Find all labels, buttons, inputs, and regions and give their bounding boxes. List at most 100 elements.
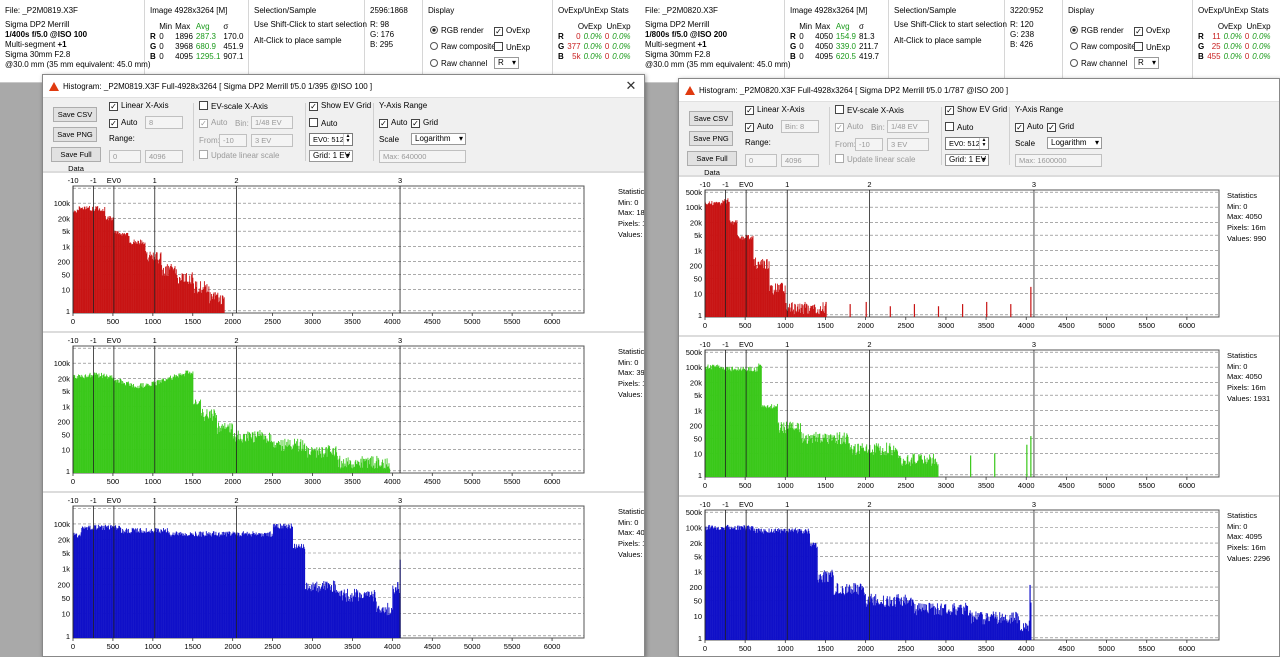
ev-scale-checkbox[interactable]: EV-scale X-Axis — [835, 105, 904, 116]
linear-auto-checkbox[interactable]: ✓ Auto — [745, 122, 773, 132]
range-from-input[interactable]: 0 — [109, 150, 141, 163]
y-tick-label: 200 — [57, 257, 70, 266]
ev0-input[interactable]: EV0: 512 ▲ ▼ — [945, 137, 989, 150]
raw-composite-radio[interactable]: Raw composite — [430, 42, 496, 52]
x-tick-label: 5500 — [504, 317, 521, 326]
ev-scale-checkbox[interactable]: EV-scale X-Axis — [199, 101, 268, 112]
range-to-input[interactable]: 4096 — [781, 154, 819, 167]
green-histogram-panel: 100k 20k 5k 1k 200 50 10 1 0 500 1000 1500 2000 2500 3… — [43, 331, 644, 493]
grid-select[interactable]: Grid: 1 EV — [945, 154, 989, 166]
ev-bin-select[interactable]: 1/48 EV — [887, 120, 929, 133]
blue-stats: Statistics Min: 0 Max: 4095 Pixels: 16m … — [1227, 511, 1270, 565]
ev-to-input[interactable]: 3 EV — [251, 134, 293, 147]
blue-histogram-panel: 500k 100k 20k 5k 1k 200 50 10 1 0 500 1000 1500 2000 2… — [679, 495, 1279, 656]
save-full-data-button[interactable]: Save Full Data — [687, 151, 737, 177]
channel-select[interactable]: R — [1134, 57, 1159, 69]
histogram-bar — [389, 468, 391, 473]
save-png-button[interactable]: Save PNG — [689, 131, 733, 146]
update-linear-checkbox[interactable]: Update linear scale — [835, 154, 915, 165]
y-grid-checkbox[interactable]: ✓ Grid — [411, 118, 438, 128]
check-icon: ✓ — [745, 123, 754, 132]
auto-label: Auto — [847, 122, 864, 131]
stats-min: Min: 0 — [1227, 361, 1248, 371]
linear-x-axis-checkbox[interactable]: ✓ Linear X-Axis — [109, 101, 169, 111]
y-tick-label: 500k — [686, 348, 703, 357]
grid-select[interactable]: Grid: 1 EV — [309, 150, 353, 162]
ev0-input[interactable]: EV0: 512 ▲ ▼ — [309, 133, 353, 146]
rgb-render-radio[interactable]: RGB render — [430, 26, 484, 36]
x-tick-label: 4000 — [384, 642, 401, 651]
x-tick-label: 3500 — [978, 644, 995, 653]
table-cell: 0.0% — [1223, 32, 1242, 41]
histogram-panels: 100k 20k 5k 1k 200 50 10 1 0 500 1000 1500 2000 2500 3… — [43, 171, 644, 656]
check-icon: ✓ — [835, 123, 844, 132]
spin-arrows-icon[interactable]: ▲ ▼ — [979, 138, 988, 149]
x-tick-label: 4000 — [384, 477, 401, 486]
y-max-input[interactable]: Max: 640000 — [379, 150, 466, 163]
bin-input[interactable]: 8 — [145, 116, 183, 129]
display-title: Display — [1068, 6, 1095, 15]
ev-from-input[interactable]: -10 — [219, 134, 247, 147]
blue-stats: Statistics Min: 0 Max: 4095 Pixels: 16m … — [618, 507, 644, 561]
linear-auto-checkbox[interactable]: ✓ Auto — [109, 118, 137, 128]
scale-select[interactable]: Logarithm — [411, 133, 466, 145]
save-full-data-button[interactable]: Save Full Data — [51, 147, 101, 173]
exposure-stats-title: OvExp/UnExp Stats — [1198, 6, 1269, 15]
rgb-render-radio[interactable]: RGB render — [1070, 26, 1124, 36]
ev-to-input[interactable]: 3 EV — [887, 138, 929, 151]
unexp-checkbox[interactable]: UnExp — [1134, 42, 1170, 53]
x-tick-label: 4000 — [384, 317, 401, 326]
linear-x-axis-checkbox[interactable]: ✓ Linear X-Axis — [745, 105, 805, 115]
close-icon[interactable]: ✕ — [624, 78, 638, 94]
segment-info: Multi-segment +1 — [5, 40, 140, 50]
range-to-input[interactable]: 4096 — [145, 150, 183, 163]
ovexp-checkbox[interactable]: ✓ OvExp — [494, 26, 530, 36]
save-csv-button[interactable]: Save CSV — [53, 107, 97, 122]
ev-from-input[interactable]: -10 — [855, 138, 883, 151]
ev-grid-auto-checkbox[interactable]: Auto — [945, 122, 973, 133]
histogram-window-left: Histogram: _P2M0819.X3F Full-4928x3264 [… — [42, 74, 645, 657]
window-title: Histogram: _P2M0819.X3F Full-4928x3264 [… — [63, 81, 373, 91]
y-auto-checkbox[interactable]: ✓ Auto — [1015, 122, 1043, 132]
y-max-input[interactable]: Max: 1600000 — [1015, 154, 1102, 167]
x-tick-label: 0 — [71, 477, 75, 486]
ev-auto-checkbox[interactable]: ✓ Auto — [199, 118, 227, 128]
check-icon: ✓ — [309, 102, 318, 111]
save-png-button[interactable]: Save PNG — [53, 127, 97, 142]
show-ev-grid-checkbox[interactable]: ✓ Show EV Grid — [309, 101, 371, 111]
ev0-value: 512 — [967, 139, 980, 148]
update-linear-checkbox[interactable]: Update linear scale — [199, 150, 279, 161]
spin-arrows-icon[interactable]: ▲ ▼ — [343, 134, 352, 145]
check-icon: ✓ — [945, 106, 954, 115]
raw-channel-radio[interactable]: Raw channel — [1070, 59, 1127, 69]
y-grid-checkbox[interactable]: ✓ Grid — [1047, 122, 1074, 132]
table-header-row: Min Max Avg σ — [150, 22, 246, 32]
x-tick-label: 500 — [107, 642, 120, 651]
channel-select[interactable]: R — [494, 57, 519, 69]
x-tick-label: 5500 — [1138, 481, 1155, 490]
ev-tick-label: 1 — [785, 500, 789, 509]
x-tick-label: 500 — [107, 317, 120, 326]
unexp-checkbox[interactable]: UnExp — [494, 42, 530, 53]
show-ev-grid-checkbox[interactable]: ✓ Show EV Grid — [945, 105, 1007, 115]
y-tick-label: 1k — [62, 565, 70, 574]
y-tick-label: 10 — [694, 289, 702, 298]
ev-grid-auto-checkbox[interactable]: Auto — [309, 118, 337, 129]
save-csv-button[interactable]: Save CSV — [689, 111, 733, 126]
bin-input[interactable]: Bin: 8 — [781, 120, 819, 133]
y-tick-label: 10 — [62, 609, 70, 618]
ev-tick-label: 2 — [234, 176, 238, 185]
ovexp-checkbox[interactable]: ✓ OvExp — [1134, 26, 1170, 36]
x-tick-label: 5500 — [1138, 321, 1155, 330]
raw-composite-label: Raw composite — [1081, 42, 1136, 51]
y-tick-label: 5k — [62, 227, 70, 236]
range-from-input[interactable]: 0 — [745, 154, 777, 167]
ev-bin-select[interactable]: 1/48 EV — [251, 116, 293, 129]
ev-tick-label: -10 — [700, 340, 711, 349]
raw-composite-radio[interactable]: Raw composite — [1070, 42, 1136, 52]
y-auto-checkbox[interactable]: ✓ Auto — [379, 118, 407, 128]
stats-min: Min: 0 — [618, 357, 639, 367]
scale-select[interactable]: Logarithm — [1047, 137, 1102, 149]
ev-auto-checkbox[interactable]: ✓ Auto — [835, 122, 863, 132]
raw-channel-radio[interactable]: Raw channel — [430, 59, 487, 69]
